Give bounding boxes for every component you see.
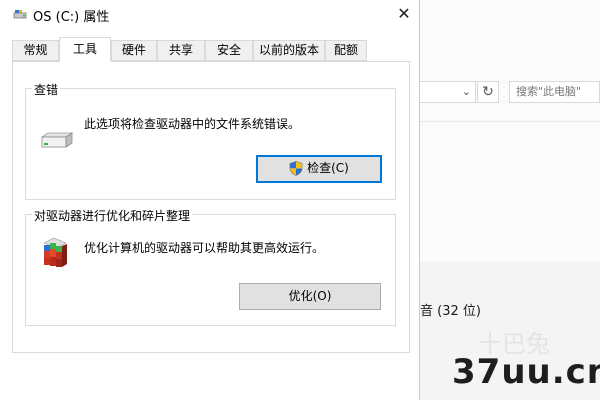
tab-security[interactable]: 安全: [205, 40, 253, 61]
drive-info-text: 音 (32 位): [420, 304, 481, 319]
error-checking-group: 查错 此选项将检查驱动器中的文件系统错误。 检查(C): [25, 81, 396, 200]
optimize-description: 优化计算机的驱动器可以帮助其更高效运行。: [84, 241, 325, 255]
tab-general[interactable]: 常规: [12, 40, 59, 61]
error-checking-title: 查错: [32, 81, 61, 98]
dialog-title: OS (C:) 属性: [33, 10, 110, 25]
tab-quota[interactable]: 配额: [325, 40, 367, 61]
tools-tab-panel: 查错 此选项将检查驱动器中的文件系统错误。 检查(C) 对驱动器进行优化和碎片整…: [12, 61, 410, 353]
uac-shield-icon: [289, 160, 303, 176]
chevron-down-icon[interactable]: ⌄: [462, 85, 471, 98]
check-button-label: 检查(C): [307, 161, 349, 175]
tab-previous-versions[interactable]: 以前的版本: [253, 40, 325, 61]
close-icon[interactable]: ✕: [397, 4, 410, 23]
defrag-icon: [43, 237, 67, 267]
tab-sharing[interactable]: 共享: [157, 40, 205, 61]
check-button[interactable]: 检查(C): [256, 155, 382, 183]
search-input[interactable]: 搜索"此电脑": [509, 81, 600, 103]
drive-properties-dialog: OS (C:) 属性 ✕ 常规 工具 硬件 共享 安全 以前的版本 配额 查错 …: [0, 0, 420, 400]
divider: [410, 121, 600, 122]
drive-icon: [40, 132, 74, 148]
tab-tools[interactable]: 工具: [59, 37, 111, 62]
refresh-button[interactable]: ↻: [477, 81, 499, 103]
optimize-group: 对驱动器进行优化和碎片整理 优化计算机的驱动器可以帮助其更高效运行。 优化(O): [25, 207, 396, 326]
optimize-button[interactable]: 优化(O): [239, 283, 381, 310]
error-checking-description: 此选项将检查驱动器中的文件系统错误。: [84, 117, 301, 131]
watermark-text: 37uu.cn: [452, 352, 600, 392]
drive-title-icon: [13, 10, 27, 19]
title-bar[interactable]: OS (C:) 属性 ✕: [0, 0, 420, 30]
tab-hardware[interactable]: 硬件: [111, 40, 157, 61]
optimize-title: 对驱动器进行优化和碎片整理: [32, 207, 193, 224]
close-button[interactable]: ✕: [388, 0, 420, 28]
